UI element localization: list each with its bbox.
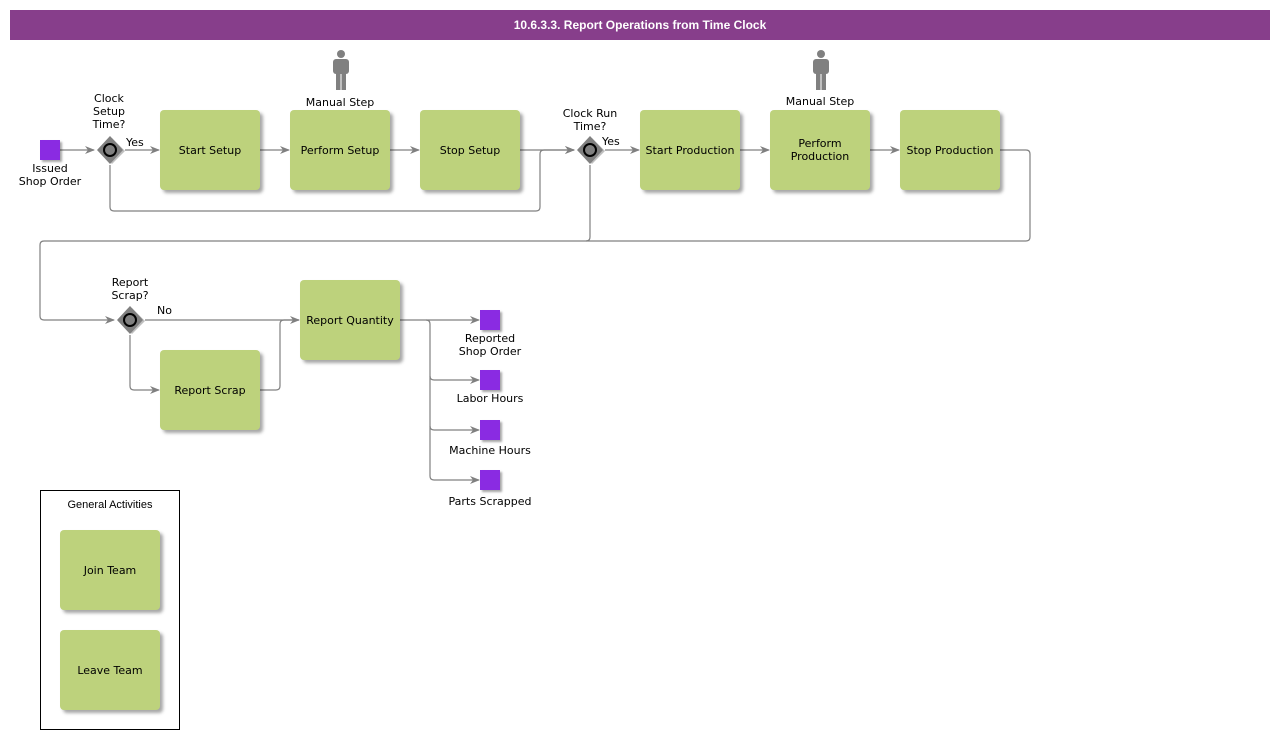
clock-run-yes-label: Yes	[602, 135, 620, 148]
machine-hours-label: Machine Hours	[449, 444, 531, 457]
perform-setup-actor-label: Manual Step	[305, 96, 375, 109]
clock-run-gateway[interactable]	[575, 135, 605, 165]
labor-hours-data[interactable]	[480, 370, 500, 390]
clock-run-gateway-label: Clock Run Time?	[562, 107, 618, 133]
report-scrap-gateway[interactable]	[115, 305, 145, 335]
flow-scrap-to-quantity	[260, 319, 299, 391]
perform-setup-task[interactable]: Perform Setup	[290, 110, 390, 190]
report-scrap-gateway-label: Report Scrap?	[111, 276, 149, 302]
start-production-task[interactable]: Start Production	[640, 110, 740, 190]
flow-report-scrap-yes	[129, 335, 160, 394]
report-scrap-no-label: No	[157, 304, 172, 317]
reported-shop-order-label: Reported Shop Order	[458, 332, 522, 358]
person-icon	[813, 50, 829, 90]
perform-production-task[interactable]: Perform Production	[770, 110, 870, 190]
stop-setup-task[interactable]: Stop Setup	[420, 110, 520, 190]
perform-production-actor-label: Manual Step	[785, 95, 855, 108]
labor-hours-label: Labor Hours	[456, 392, 524, 405]
issued-shop-order-label: Issued Shop Order	[18, 162, 82, 188]
person-icon	[333, 50, 349, 90]
machine-hours-data[interactable]	[480, 420, 500, 440]
parts-scrapped-data[interactable]	[480, 470, 500, 490]
report-scrap-task[interactable]: Report Scrap	[160, 350, 260, 430]
clock-setup-gateway[interactable]	[95, 135, 125, 165]
start-setup-task[interactable]: Start Setup	[160, 110, 260, 190]
report-quantity-task[interactable]: Report Quantity	[300, 280, 400, 360]
flow-clock-run-no	[585, 165, 591, 242]
stop-production-task[interactable]: Stop Production	[900, 110, 1000, 190]
clock-setup-yes-label: Yes	[126, 136, 144, 149]
parts-scrapped-label: Parts Scrapped	[448, 495, 532, 508]
clock-setup-gateway-label: Clock Setup Time?	[92, 92, 126, 131]
join-team-task[interactable]: Join Team	[60, 530, 160, 610]
group-title: General Activities	[67, 499, 153, 511]
issued-shop-order-data[interactable]	[40, 140, 60, 160]
reported-shop-order-data[interactable]	[480, 310, 500, 330]
leave-team-task[interactable]: Leave Team	[60, 630, 160, 710]
